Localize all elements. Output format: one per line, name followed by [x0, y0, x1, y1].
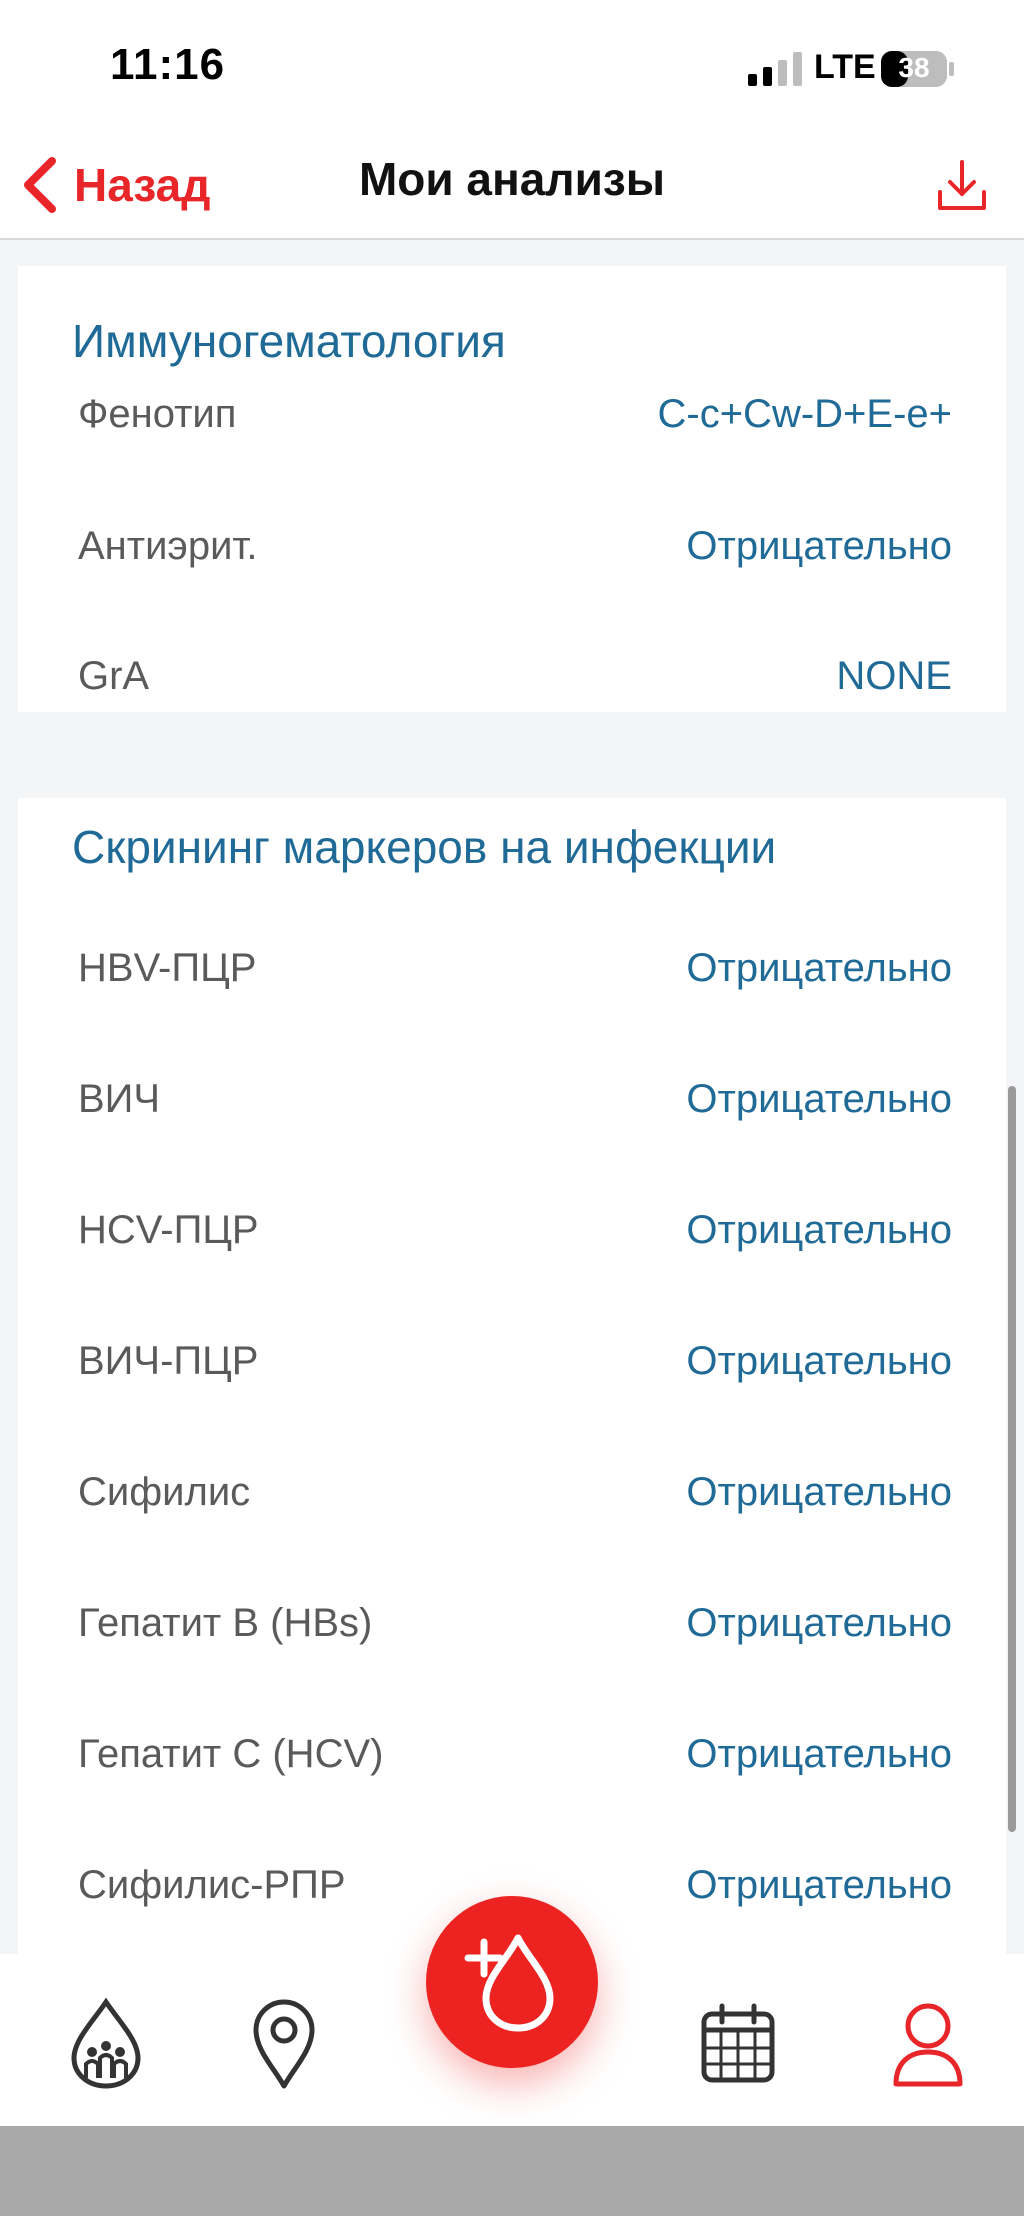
row-label: HBV-ПЦР: [78, 945, 257, 990]
result-row: ВИЧ Отрицательно: [78, 1059, 952, 1139]
row-label: Гепатит C (HCV): [78, 1731, 384, 1776]
download-icon[interactable]: [936, 158, 988, 214]
add-donation-icon: [464, 1934, 554, 2032]
row-value: Отрицательно: [686, 1469, 952, 1514]
row-value: Отрицательно: [686, 523, 952, 568]
profile-icon: [893, 2003, 963, 2087]
result-row: HCV-ПЦР Отрицательно: [78, 1190, 952, 1270]
row-label: GrA: [78, 653, 150, 698]
result-row: Гепатит B (HBs) Отрицательно: [78, 1583, 952, 1663]
result-row: Фенотип C-c+Cw-D+E-e+: [78, 374, 952, 454]
result-row: ВИЧ-ПЦР Отрицательно: [78, 1321, 952, 1401]
row-value: Отрицательно: [686, 945, 952, 990]
row-value: Отрицательно: [686, 1338, 952, 1383]
immunohematology-card: Иммуногематология Фенотип C-c+Cw-D+E-e+ …: [18, 266, 1006, 712]
row-value: Отрицательно: [686, 1731, 952, 1776]
back-label: Назад: [74, 159, 211, 211]
signal-icon: [748, 52, 802, 86]
row-label: Антиэрит.: [78, 523, 258, 568]
row-label: Фенотип: [78, 391, 237, 436]
tab-profile[interactable]: [878, 1994, 978, 2094]
home-indicator-area: [0, 2126, 1024, 2216]
back-button[interactable]: Назад: [20, 150, 210, 220]
row-label: Гепатит B (HBs): [78, 1600, 373, 1645]
blood-drop-people-icon: [71, 1998, 141, 2089]
result-row: GrA NONE: [78, 636, 952, 716]
row-value: NONE: [836, 653, 952, 698]
result-row: HBV-ПЦР Отрицательно: [78, 928, 952, 1008]
chevron-left-icon: [24, 157, 56, 213]
row-label: HCV-ПЦР: [78, 1207, 259, 1252]
section-title: Иммуногематология: [72, 315, 506, 367]
tab-donations[interactable]: [56, 1994, 156, 2094]
tab-map[interactable]: [234, 1994, 334, 2094]
section-title: Скрининг маркеров на инфекции: [72, 821, 777, 873]
row-value: Отрицательно: [686, 1600, 952, 1645]
map-pin-icon: [253, 1999, 315, 2089]
scrollbar[interactable]: [1008, 1086, 1016, 1832]
network-type: LTE: [814, 48, 876, 86]
row-label: Сифилис: [78, 1469, 251, 1514]
page: 11:16 LTE 38 Мои анализы Назад Иммуногем…: [0, 0, 1024, 2216]
row-value: Отрицательно: [686, 1207, 952, 1252]
result-row: Гепатит C (HCV) Отрицательно: [78, 1714, 952, 1794]
row-value: Отрицательно: [686, 1076, 952, 1121]
row-value: C-c+Cw-D+E-e+: [657, 391, 952, 436]
content-scroll[interactable]: Иммуногематология Фенотип C-c+Cw-D+E-e+ …: [0, 242, 1024, 1954]
infection-screening-card: Скрининг маркеров на инфекции HBV-ПЦР От…: [18, 798, 1006, 1954]
battery-icon: 38: [880, 50, 956, 88]
add-donation-button[interactable]: [426, 1896, 598, 2068]
status-bar: 11:16 LTE 38: [0, 0, 1024, 132]
calendar-icon: [701, 2003, 775, 2083]
result-row: Сифилис Отрицательно: [78, 1452, 952, 1532]
nav-bar: Мои анализы Назад: [0, 132, 1024, 240]
result-row: Антиэрит. Отрицательно: [78, 506, 952, 586]
tab-calendar[interactable]: [688, 1994, 788, 2094]
status-time: 11:16: [110, 40, 226, 89]
row-value: Отрицательно: [686, 1862, 952, 1907]
row-label: Сифилис-РПР: [78, 1862, 346, 1907]
row-label: ВИЧ-ПЦР: [78, 1338, 259, 1383]
row-label: ВИЧ: [78, 1076, 161, 1121]
battery-level: 38: [898, 52, 930, 83]
